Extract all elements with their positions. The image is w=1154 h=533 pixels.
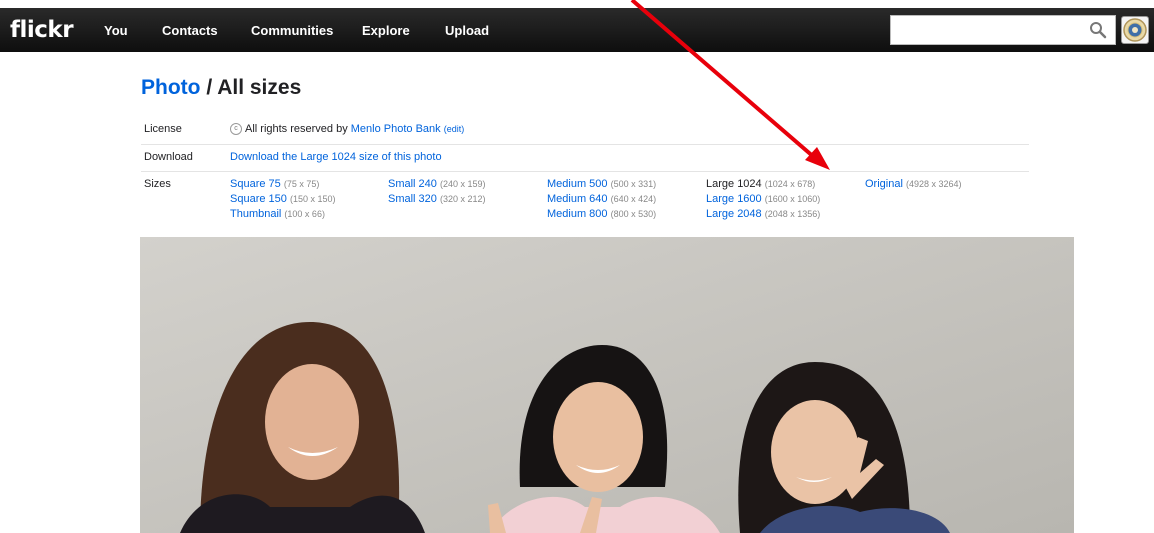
avatar[interactable]	[1121, 16, 1149, 44]
photo-preview[interactable]	[140, 237, 1074, 533]
size-small-240[interactable]: Small 240 (240 x 159)	[388, 178, 486, 193]
edit-license-link[interactable]: (edit)	[444, 124, 465, 134]
license-value: c All rights reserved by Menlo Photo Bank…	[230, 123, 465, 136]
nav-communities[interactable]: Communities	[251, 23, 333, 38]
sizes-column-small: Small 240 (240 x 159) Small 320 (320 x 2…	[388, 178, 486, 208]
nav-upload[interactable]: Upload	[445, 23, 489, 38]
sizes-row: Sizes Square 75 (75 x 75) Square 150 (15…	[141, 178, 1029, 228]
size-square-75[interactable]: Square 75 (75 x 75)	[230, 178, 335, 193]
size-large-1024-current: Large 1024 (1024 x 678)	[706, 178, 816, 190]
search-icon[interactable]	[1089, 21, 1107, 39]
owner-link[interactable]: Menlo Photo Bank	[351, 123, 441, 135]
license-row: License c All rights reserved by Menlo Ph…	[141, 123, 1029, 145]
sizes-column-large: Large 1024 (1024 x 678) Large 1600 (1600…	[706, 178, 820, 223]
size-medium-500[interactable]: Medium 500 (500 x 331)	[547, 178, 656, 193]
copyright-icon: c	[230, 123, 242, 136]
search-input[interactable]	[890, 15, 1116, 45]
flickr-logo[interactable]: flickr	[10, 17, 74, 43]
size-square-150[interactable]: Square 150 (150 x 150)	[230, 193, 335, 208]
size-medium-800[interactable]: Medium 800 (800 x 530)	[547, 208, 656, 223]
size-original[interactable]: Original (4928 x 3264)	[865, 178, 962, 193]
sizes-label: Sizes	[144, 178, 171, 190]
sizes-column-original: Original (4928 x 3264)	[865, 178, 962, 193]
photo-link[interactable]: Photo	[141, 76, 200, 99]
size-thumbnail[interactable]: Thumbnail (100 x 66)	[230, 208, 335, 223]
size-large-1600[interactable]: Large 1600 (1600 x 1060)	[706, 193, 820, 208]
page-title: Photo / All sizes	[141, 76, 301, 100]
top-nav-bar: flickr You Contacts Communities Explore …	[0, 8, 1154, 52]
download-row: Download Download the Large 1024 size of…	[141, 151, 1029, 172]
license-text: All rights reserved by	[245, 123, 351, 135]
size-medium-640[interactable]: Medium 640 (640 x 424)	[547, 193, 656, 208]
sizes-column-square: Square 75 (75 x 75) Square 150 (150 x 15…	[230, 178, 335, 223]
page-title-text: / All sizes	[200, 76, 302, 99]
photo-of-three-girls	[140, 237, 1074, 533]
license-label: License	[144, 123, 182, 135]
size-small-320[interactable]: Small 320 (320 x 212)	[388, 193, 486, 208]
download-label: Download	[144, 151, 193, 163]
nav-explore[interactable]: Explore	[362, 23, 410, 38]
download-link[interactable]: Download the Large 1024 size of this pho…	[230, 151, 442, 163]
nav-contacts[interactable]: Contacts	[162, 23, 218, 38]
sizes-column-medium: Medium 500 (500 x 331) Medium 640 (640 x…	[547, 178, 656, 223]
size-large-2048[interactable]: Large 2048 (2048 x 1356)	[706, 208, 820, 223]
avatar-seal-icon	[1123, 18, 1147, 42]
nav-you[interactable]: You	[104, 23, 128, 38]
